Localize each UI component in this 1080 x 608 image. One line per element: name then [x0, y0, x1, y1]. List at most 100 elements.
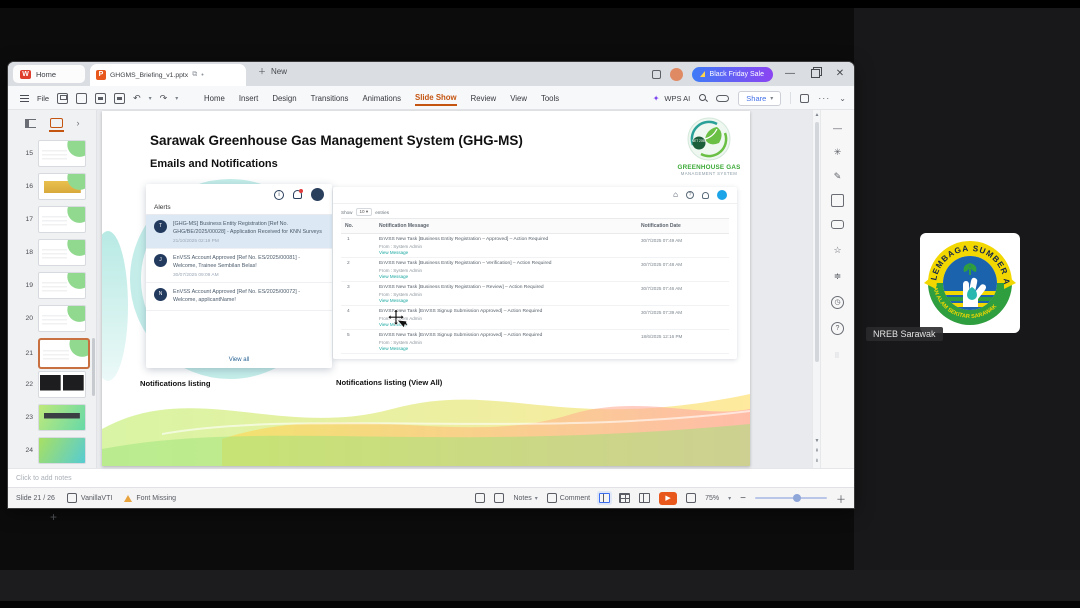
- menu-item[interactable]: Slide Show: [415, 91, 457, 106]
- workspace-scrollbar[interactable]: ▲ ▼ ⇞ ⇟: [812, 110, 820, 468]
- wps-ai-menu[interactable]: WPS AI: [664, 94, 690, 103]
- search-icon[interactable]: [699, 94, 707, 102]
- share-button[interactable]: Share ▾: [738, 90, 782, 106]
- slide-thumbnail-row[interactable]: 19: [8, 272, 96, 299]
- zoom-level[interactable]: 75%: [705, 495, 719, 502]
- slide-sorter-button[interactable]: [619, 493, 631, 503]
- thumbnail-scrollbar[interactable]: [92, 338, 95, 396]
- slide-thumbnail[interactable]: [38, 404, 86, 431]
- slideshow-play-button[interactable]: ▶: [659, 491, 678, 505]
- file-menu[interactable]: File: [37, 94, 49, 103]
- previous-slide-button[interactable]: ⇞: [815, 448, 819, 454]
- rail-apps-icon[interactable]: ⠿: [831, 350, 844, 363]
- menu-item[interactable]: View: [510, 92, 527, 105]
- slide-thumbnail-row[interactable]: 16: [8, 173, 96, 200]
- slide-thumbnail[interactable]: [38, 173, 86, 200]
- slide-thumbnail-row[interactable]: 15: [8, 140, 96, 167]
- fit-slide-icon[interactable]: [686, 493, 697, 503]
- minimize-button[interactable]: —: [782, 62, 798, 86]
- hamburger-icon[interactable]: [20, 94, 29, 102]
- slide-thumbnail[interactable]: [38, 239, 86, 266]
- ribbon-layout-icon[interactable]: [800, 93, 810, 103]
- slide-view-icon[interactable]: [48, 118, 64, 132]
- tab-window-icon[interactable]: ⧉: [192, 71, 197, 79]
- undo-icon[interactable]: ↶: [133, 93, 141, 104]
- slide-thumbnail-row[interactable]: 24: [8, 437, 96, 464]
- tab-list-icon[interactable]: [651, 69, 661, 79]
- menu-item[interactable]: Design: [272, 92, 296, 105]
- rail-tools-icon[interactable]: ✳: [831, 146, 844, 159]
- menu-item[interactable]: Tools: [541, 92, 559, 105]
- zoom-out-button[interactable]: −: [740, 493, 746, 504]
- zoom-in-button[interactable]: ＋: [836, 491, 846, 506]
- more-tools-dropdown[interactable]: ▾: [175, 95, 178, 102]
- tab-home[interactable]: W Home: [13, 65, 85, 83]
- panel-expand-icon[interactable]: ›: [77, 118, 80, 128]
- notes-toggle[interactable]: Notes ▾: [513, 495, 537, 502]
- rail-ai-writer-icon[interactable]: ✎: [831, 170, 844, 183]
- zoom-dropdown-icon[interactable]: ▾: [728, 495, 731, 502]
- comment-label: Comment: [559, 494, 591, 502]
- theme-name[interactable]: VanillaVTI: [81, 495, 112, 502]
- menu-item[interactable]: Transitions: [311, 92, 349, 105]
- collapse-ribbon-icon[interactable]: ⌄: [839, 94, 846, 103]
- slide-thumbnail-row[interactable]: 23: [8, 404, 96, 431]
- rail-history-icon[interactable]: ◷: [831, 296, 844, 309]
- side-panel-icon[interactable]: [494, 493, 505, 503]
- slide-thumbnail-row[interactable]: 20: [8, 305, 96, 332]
- rail-settings-icon[interactable]: ≑: [831, 270, 844, 283]
- save-icon[interactable]: [57, 92, 69, 104]
- redo-icon[interactable]: ↷: [160, 93, 168, 104]
- next-slide-button[interactable]: ⇟: [815, 458, 819, 464]
- slide-thumbnail-row[interactable]: 22: [8, 371, 96, 398]
- slide-thumbnail[interactable]: [38, 338, 90, 369]
- cloud-sync-icon[interactable]: [716, 94, 730, 102]
- normal-view-button[interactable]: [599, 493, 611, 503]
- cell-no: 4: [347, 309, 350, 314]
- rail-comment-icon[interactable]: [831, 220, 844, 229]
- export-icon[interactable]: [76, 92, 88, 104]
- nreb-logo-graphic: LEMBAGA SUMBER ASLI DAN ALAM SEKITAR SAR…: [917, 226, 1016, 325]
- menu-item[interactable]: Home: [204, 92, 225, 105]
- slide-thumbnail-row[interactable]: 18: [8, 239, 96, 266]
- rail-star-icon[interactable]: ☆: [831, 244, 844, 257]
- maximize-button[interactable]: [807, 62, 823, 86]
- participant-tile[interactable]: LEMBAGA SUMBER ASLI DAN ALAM SEKITAR SAR…: [866, 225, 1026, 347]
- cell-message: EnVSS New Task [Business Entity Registra…: [379, 261, 552, 266]
- slide-thumbnail[interactable]: [38, 140, 86, 167]
- zoom-slider[interactable]: [755, 494, 827, 502]
- scrollbar-thumb[interactable]: [815, 122, 819, 362]
- undo-dropdown[interactable]: ▾: [149, 95, 152, 102]
- promo-button[interactable]: Black Friday Sale: [691, 66, 773, 82]
- add-slide-button[interactable]: +: [50, 510, 57, 524]
- more-options-icon[interactable]: ···: [818, 93, 830, 103]
- tab-document[interactable]: P GHGMS_Briefing_v1.pptx ⧉ •: [90, 64, 246, 86]
- notes-area[interactable]: Click to add notes: [8, 468, 854, 487]
- menu-item[interactable]: Animations: [362, 92, 401, 105]
- rail-help-icon[interactable]: ?: [831, 322, 844, 335]
- print-icon[interactable]: [95, 92, 107, 104]
- phone-view-icon[interactable]: [475, 493, 486, 503]
- slide-thumbnail[interactable]: [38, 437, 86, 464]
- slide-thumbnail[interactable]: [38, 305, 86, 332]
- user-avatar[interactable]: [669, 67, 683, 81]
- scroll-down-arrow[interactable]: ▼: [815, 438, 820, 444]
- rail-shapes-icon[interactable]: [831, 194, 844, 207]
- menu-item[interactable]: Insert: [239, 92, 259, 105]
- print-preview-icon[interactable]: [114, 92, 126, 104]
- new-tab-button[interactable]: ＋ New: [258, 66, 287, 77]
- outline-view-icon[interactable]: [24, 118, 36, 128]
- slide-thumbnail[interactable]: [38, 272, 86, 299]
- slide-thumbnail[interactable]: [38, 371, 86, 398]
- rail-collapse-icon[interactable]: —: [831, 122, 844, 135]
- slide-thumbnail-row[interactable]: 17: [8, 206, 96, 233]
- slide-canvas[interactable]: Sarawak Greenhouse Gas Management System…: [102, 111, 750, 466]
- close-button[interactable]: ✕: [832, 62, 848, 86]
- slide-thumbnail[interactable]: [38, 206, 86, 233]
- comment-button[interactable]: Comment: [546, 493, 591, 503]
- font-missing-label[interactable]: Font Missing: [136, 495, 176, 502]
- menu-item[interactable]: Review: [471, 92, 497, 105]
- slide-thumbnail-row[interactable]: 21: [8, 338, 96, 369]
- zoom-slider-handle[interactable]: [793, 494, 801, 502]
- reading-view-button[interactable]: [639, 493, 651, 503]
